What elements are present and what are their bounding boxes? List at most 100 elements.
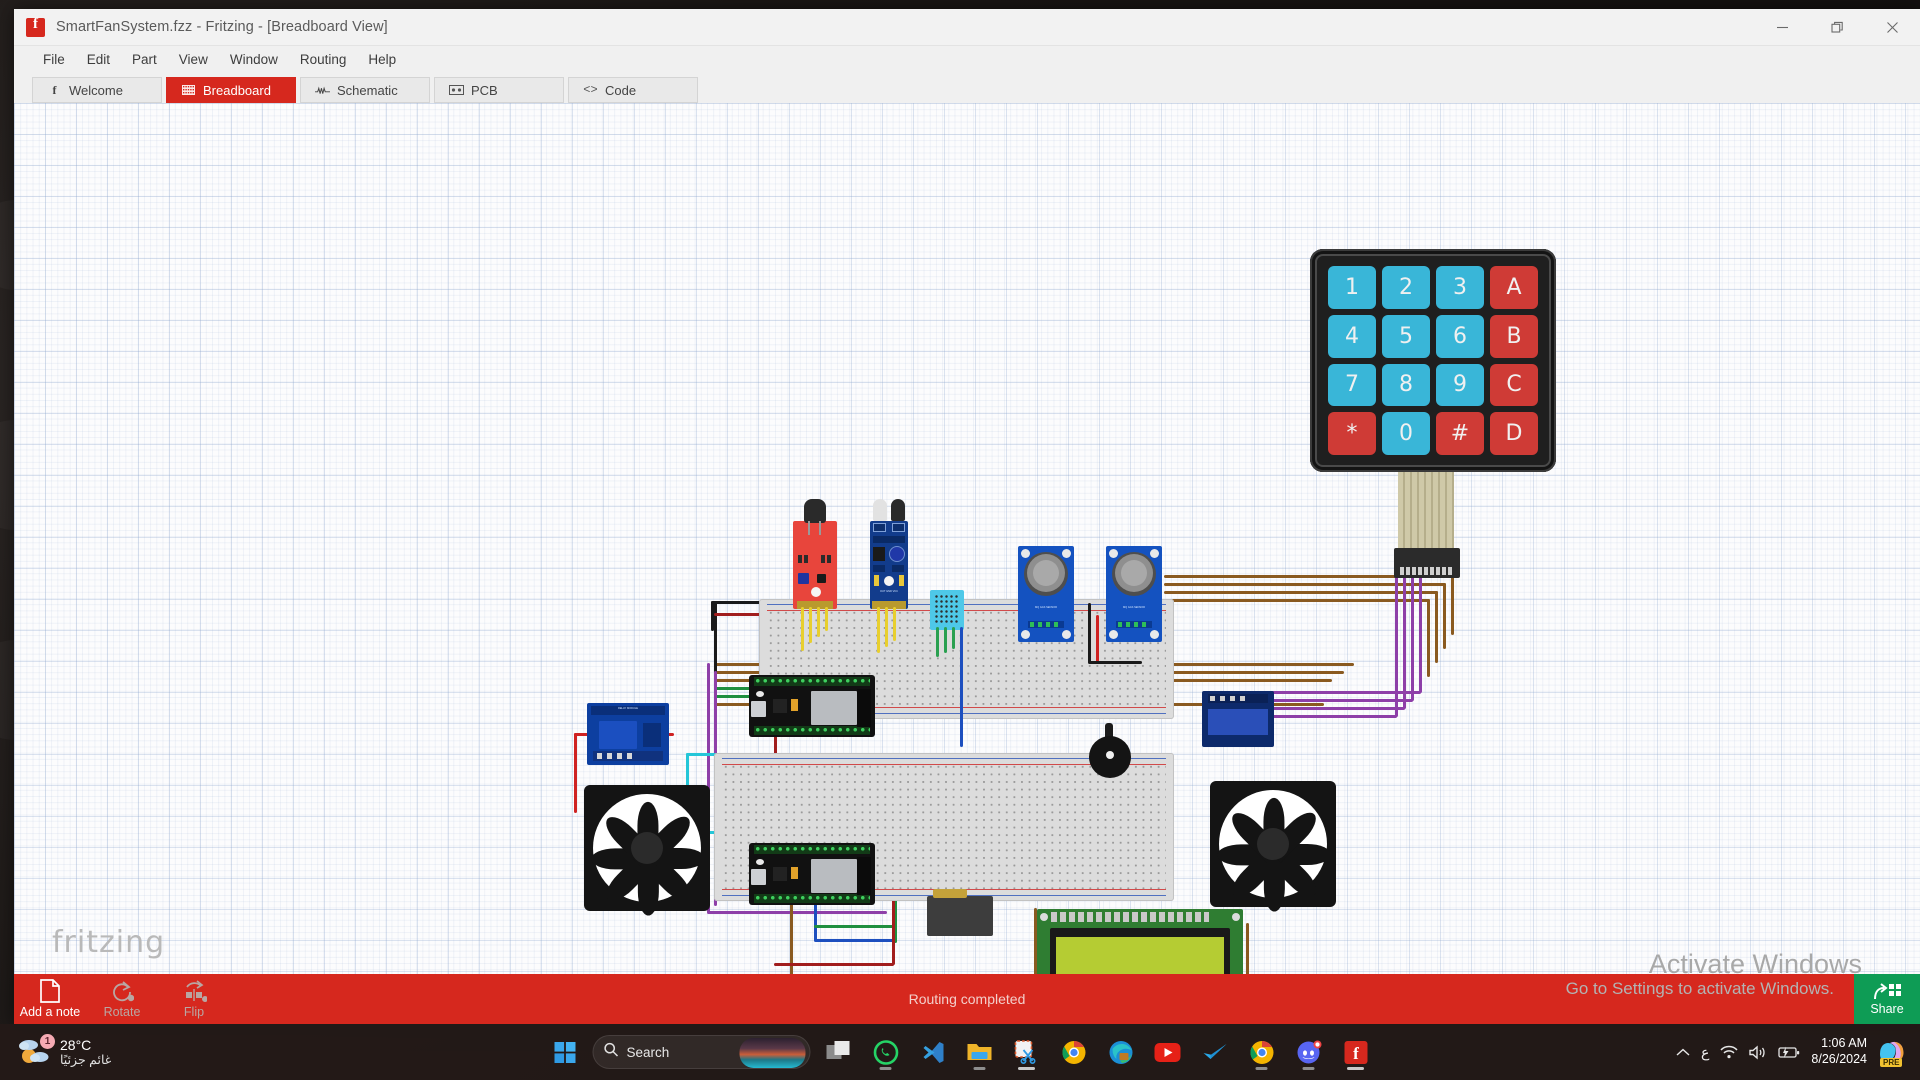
key-star[interactable]: * xyxy=(1328,412,1376,455)
tab-breadboard[interactable]: Breadboard xyxy=(166,77,296,103)
taskbar-app-whatsapp[interactable] xyxy=(867,1033,905,1071)
flame-sensor-module[interactable] xyxy=(793,499,837,609)
key-5[interactable]: 5 xyxy=(1382,314,1430,358)
dht11-temp-humidity-sensor[interactable] xyxy=(930,590,964,630)
menu-edit[interactable]: Edit xyxy=(76,49,121,70)
menu-window[interactable]: Window xyxy=(219,49,289,70)
key-4[interactable]: 4 xyxy=(1328,314,1376,358)
circuit-diagram: OUT GND VCC MQ GAS SENSOR MQ GAS SENSOR … xyxy=(14,103,1920,974)
fritzing-icon xyxy=(26,16,45,37)
taskbar-app-discord[interactable] xyxy=(1290,1033,1328,1071)
close-icon[interactable] xyxy=(1865,9,1920,45)
clock[interactable]: 1:06 AM 8/26/2024 xyxy=(1811,1036,1867,1067)
tab-schematic[interactable]: Schematic xyxy=(300,77,430,103)
key-d[interactable]: D xyxy=(1490,412,1538,455)
keypad-grid: 1 2 3 A 4 5 6 B 7 8 9 C * 0 # D xyxy=(1328,266,1538,455)
wire xyxy=(1427,599,1430,677)
taskbar-app-chrome-second[interactable] xyxy=(1243,1033,1281,1071)
note-page-icon xyxy=(40,979,60,1003)
weather-widget[interactable]: 1 28°C غائم جزئيًا xyxy=(18,1034,111,1067)
windows-start-icon[interactable] xyxy=(546,1033,584,1071)
search-decorative-art xyxy=(739,1038,806,1068)
minimize-icon[interactable] xyxy=(1755,9,1810,45)
restore-icon[interactable] xyxy=(1810,9,1865,45)
key-2[interactable]: 2 xyxy=(1382,266,1430,309)
breadboard-canvas[interactable]: OUT GND VCC MQ GAS SENSOR MQ GAS SENSOR … xyxy=(14,103,1920,974)
ir-receiver-led xyxy=(891,499,905,521)
key-a[interactable]: A xyxy=(1490,266,1538,309)
copilot-icon[interactable]: PRE xyxy=(1878,1039,1906,1067)
battery-charging-icon[interactable] xyxy=(1778,1046,1800,1059)
key-3[interactable]: 3 xyxy=(1436,266,1484,309)
wire xyxy=(936,627,939,657)
menu-part[interactable]: Part xyxy=(121,49,168,70)
key-8[interactable]: 8 xyxy=(1382,363,1430,407)
language-indicator[interactable]: ع xyxy=(1701,1044,1709,1061)
tab-welcome[interactable]: f Welcome xyxy=(32,77,162,103)
menu-help[interactable]: Help xyxy=(357,49,407,70)
taskbar-app-youtube[interactable] xyxy=(1149,1033,1187,1071)
keypad-4x4[interactable]: 1 2 3 A 4 5 6 B 7 8 9 C * 0 # D xyxy=(1310,249,1556,472)
taskbar-app-snipping-tool[interactable] xyxy=(1008,1033,1046,1071)
taskbar-app-file-explorer[interactable] xyxy=(961,1033,999,1071)
taskbar-app-telegram[interactable] xyxy=(1196,1033,1234,1071)
buzzer[interactable] xyxy=(1089,736,1131,778)
wire xyxy=(1419,573,1422,693)
flip-button[interactable]: Flip xyxy=(158,979,230,1019)
flame-sensor-led xyxy=(804,499,826,523)
dc-fan-left[interactable] xyxy=(584,785,710,916)
add-a-note-button[interactable]: Add a note xyxy=(14,979,86,1019)
share-button[interactable]: Share xyxy=(1854,974,1920,1024)
wire xyxy=(817,607,820,637)
ir-obstacle-sensor[interactable]: OUT GND VCC xyxy=(870,499,908,609)
tool-label: Rotate xyxy=(103,1005,141,1019)
title-bar[interactable]: SmartFanSystem.fzz - Fritzing - [Breadbo… xyxy=(14,9,1920,46)
menu-file[interactable]: File xyxy=(32,49,76,70)
wifi-icon[interactable] xyxy=(1720,1045,1738,1059)
tab-pcb[interactable]: PCB xyxy=(434,77,564,103)
speaker-icon[interactable] xyxy=(1749,1044,1767,1060)
wire xyxy=(711,601,714,631)
wire xyxy=(1096,615,1099,663)
menu-routing[interactable]: Routing xyxy=(289,49,358,70)
rotate-button[interactable]: Rotate xyxy=(86,979,158,1019)
keypad-connector xyxy=(1394,548,1460,578)
taskbar-app-fritzing[interactable]: f xyxy=(1337,1033,1375,1071)
search-input[interactable]: Search xyxy=(592,1035,811,1069)
mq-gas-sensor-1[interactable]: MQ GAS SENSOR xyxy=(1018,546,1074,642)
taskbar-app-task-view[interactable] xyxy=(820,1033,858,1071)
wire xyxy=(1435,591,1438,663)
dc-fan-right[interactable] xyxy=(1210,781,1336,912)
wire xyxy=(814,939,894,942)
key-c[interactable]: C xyxy=(1490,363,1538,407)
esp32-devkit-top[interactable] xyxy=(749,675,875,737)
key-1[interactable]: 1 xyxy=(1328,266,1376,309)
key-0[interactable]: 0 xyxy=(1382,412,1430,455)
relay-module-left[interactable]: RELAY MODULE xyxy=(587,703,669,765)
key-hash[interactable]: # xyxy=(1436,412,1484,455)
taskbar-app-vs-code[interactable] xyxy=(914,1033,952,1071)
pcb-icon xyxy=(449,85,464,95)
wire xyxy=(801,607,804,651)
key-7[interactable]: 7 xyxy=(1328,363,1376,407)
menu-view[interactable]: View xyxy=(168,49,219,70)
wire xyxy=(877,607,880,653)
sg90-servo-motor[interactable] xyxy=(927,889,993,936)
esp32-devkit-bottom[interactable] xyxy=(749,843,875,905)
lcd-1602-i2c-display[interactable] xyxy=(1037,909,1243,974)
taskbar-app-microsoft-edge[interactable] xyxy=(1102,1033,1140,1071)
oled-display-right[interactable] xyxy=(1202,691,1274,747)
wire xyxy=(707,911,887,914)
key-9[interactable]: 9 xyxy=(1436,363,1484,407)
tab-label: Schematic xyxy=(337,82,398,98)
mq-gas-sensor-2[interactable]: MQ GAS SENSOR xyxy=(1106,546,1162,642)
chevron-up-icon[interactable] xyxy=(1676,1048,1690,1057)
key-b[interactable]: B xyxy=(1490,314,1538,358)
tab-code[interactable]: <> Code xyxy=(568,77,698,103)
weather-text: 28°C غائم جزئيًا xyxy=(60,1037,111,1067)
keypad-ribbon-cable xyxy=(1398,472,1454,548)
wire xyxy=(944,627,947,653)
taskbar-app-google-chrome[interactable] xyxy=(1055,1033,1093,1071)
key-6[interactable]: 6 xyxy=(1436,314,1484,358)
wire xyxy=(885,607,888,647)
